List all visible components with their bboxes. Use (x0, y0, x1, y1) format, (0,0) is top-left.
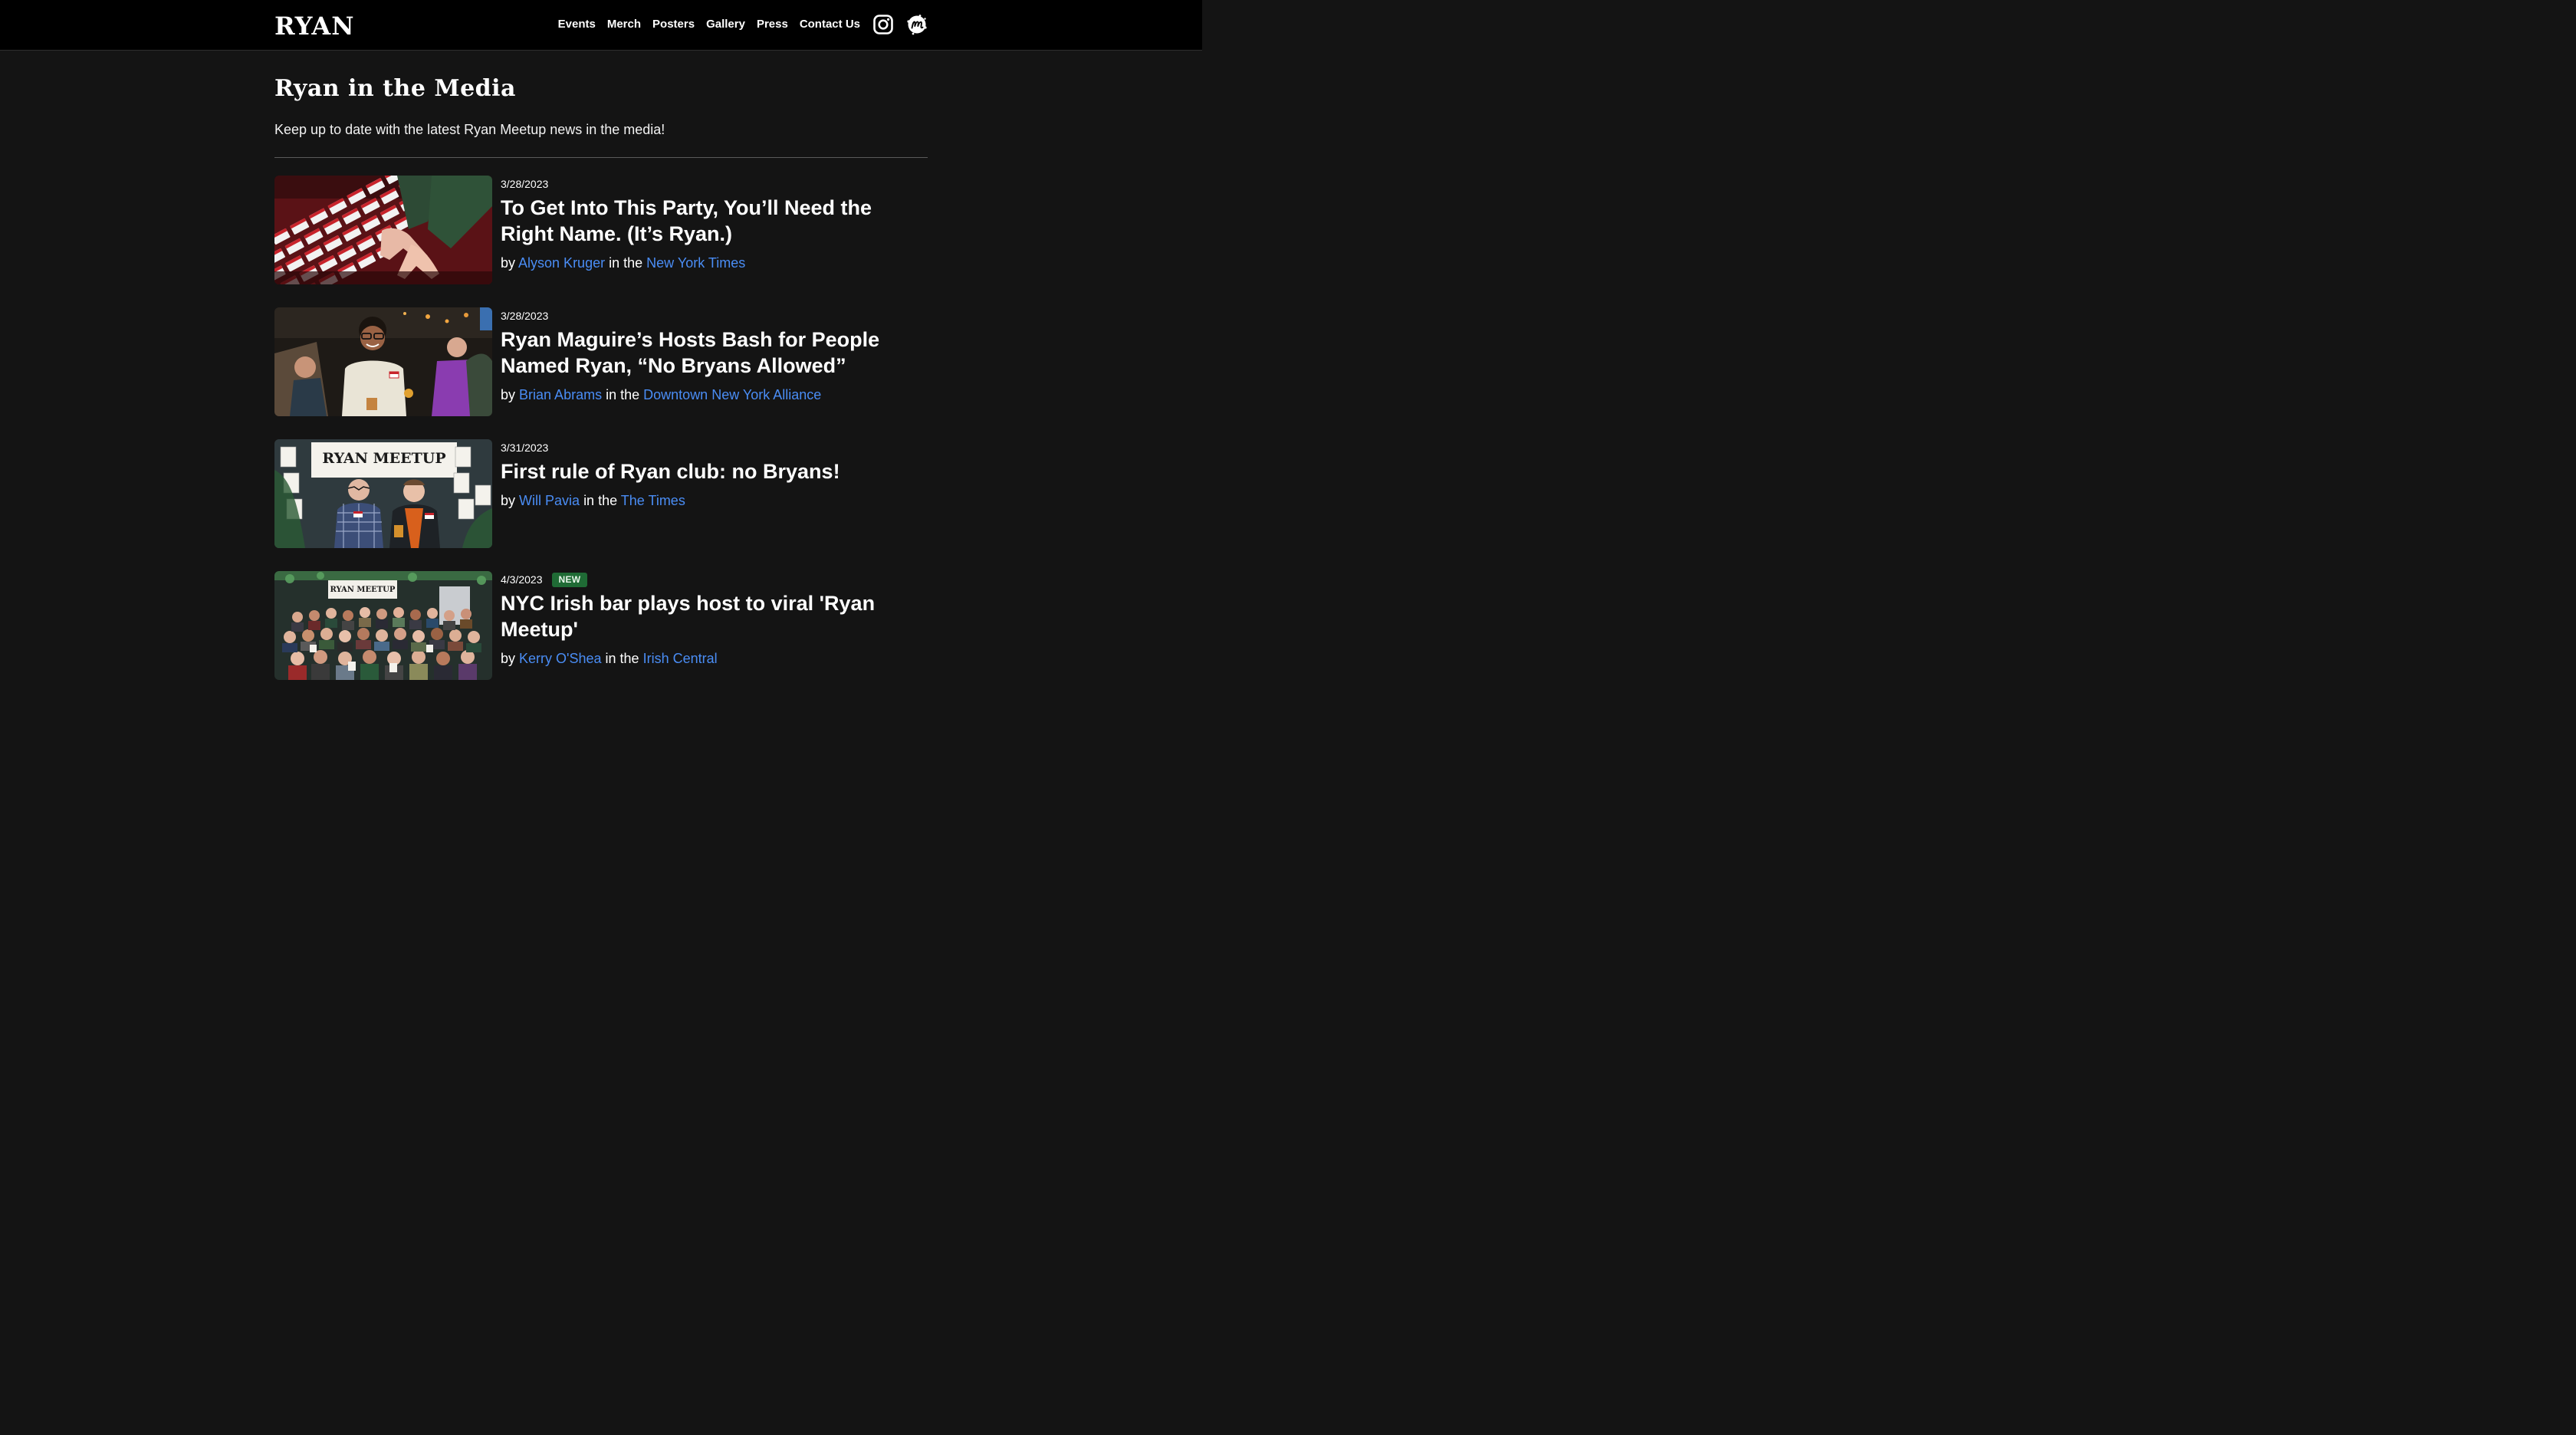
article-date-row: 4/3/2023 NEW (501, 573, 928, 587)
banner-text: RYAN MEETUP (322, 450, 445, 467)
article-author-link[interactable]: Kerry O'Shea (519, 651, 601, 666)
article-item: 3/28/2023 To Get Into This Party, You’ll… (274, 176, 928, 284)
nav-merch[interactable]: Merch (607, 14, 641, 35)
article-meta: 3/31/2023 First rule of Ryan club: no Br… (501, 439, 928, 548)
article-thumbnail-meetup-banner[interactable]: RYAN MEETUP (274, 439, 492, 548)
byline-by: by (501, 493, 516, 508)
meetup-icon[interactable] (906, 14, 928, 35)
article-author-link[interactable]: Brian Abrams (519, 387, 602, 402)
site-logo[interactable]: RYAN (274, 11, 354, 41)
article-author-link[interactable]: Will Pavia (519, 493, 580, 508)
nav-press[interactable]: Press (757, 14, 788, 35)
byline-in-the: in the (609, 255, 643, 271)
byline-by: by (501, 255, 516, 271)
page-title: Ryan in the Media (274, 75, 516, 102)
article-date-row: 3/31/2023 (501, 441, 928, 455)
nav-events[interactable]: Events (558, 14, 596, 35)
article-byline: by Alyson Kruger in the New York Times (501, 254, 928, 272)
article-thumbnail-group-photo[interactable]: RYAN MEETUP (274, 571, 492, 680)
article-byline: by Brian Abrams in the Downtown New York… (501, 386, 928, 404)
article-publication-link[interactable]: Downtown New York Alliance (643, 387, 821, 402)
article-date-row: 3/28/2023 (501, 177, 928, 192)
byline-in-the: in the (583, 493, 618, 508)
article-meta: 3/28/2023 To Get Into This Party, You’ll… (501, 176, 928, 284)
byline-in-the: in the (605, 651, 639, 666)
article-headline[interactable]: Ryan Maguire’s Hosts Bash for People Nam… (501, 327, 928, 379)
instagram-icon[interactable] (872, 14, 894, 35)
new-badge: NEW (551, 573, 588, 587)
article-item: RYAN MEETUP (274, 571, 928, 680)
article-byline: by Will Pavia in the The Times (501, 491, 928, 510)
nav-contact-us[interactable]: Contact Us (800, 14, 860, 35)
article-author-link[interactable]: Alyson Kruger (518, 255, 605, 271)
nav-gallery[interactable]: Gallery (706, 14, 745, 35)
article-publication-link[interactable]: The Times (621, 493, 685, 508)
main-nav: Events Merch Posters Gallery Press Conta… (547, 14, 928, 35)
byline-by: by (501, 387, 516, 402)
divider (274, 157, 928, 158)
page-subtitle: Keep up to date with the latest Ryan Mee… (274, 122, 665, 137)
article-meta: 3/28/2023 Ryan Maguire’s Hosts Bash for … (501, 307, 928, 416)
article-publication-link[interactable]: Irish Central (643, 651, 718, 666)
site-header: RYAN Events Merch Posters Gallery Press … (0, 0, 1202, 51)
article-byline: by Kerry O'Shea in the Irish Central (501, 649, 928, 668)
press-page: Ryan in the Media Keep up to date with t… (274, 51, 928, 703)
nav-posters[interactable]: Posters (652, 14, 695, 35)
article-headline[interactable]: To Get Into This Party, You’ll Need the … (501, 195, 928, 247)
article-headline[interactable]: First rule of Ryan club: no Bryans! (501, 458, 928, 484)
byline-by: by (501, 651, 516, 666)
article-thumbnail-party[interactable] (274, 307, 492, 416)
article-date-row: 3/28/2023 (501, 309, 928, 323)
article-item: RYAN MEETUP (274, 439, 928, 548)
article-meta: 4/3/2023 NEW NYC Irish bar plays host to… (501, 571, 928, 680)
byline-in-the: in the (606, 387, 640, 402)
article-date: 3/28/2023 (501, 178, 549, 190)
article-thumbnail-name-tags[interactable] (274, 176, 492, 284)
article-date: 3/31/2023 (501, 442, 549, 454)
article-item: 3/28/2023 Ryan Maguire’s Hosts Bash for … (274, 307, 928, 416)
banner-text: RYAN MEETUP (330, 586, 396, 594)
article-headline[interactable]: NYC Irish bar plays host to viral 'Ryan … (501, 590, 928, 642)
article-date: 4/3/2023 (501, 573, 543, 586)
article-publication-link[interactable]: New York Times (646, 255, 745, 271)
article-date: 3/28/2023 (501, 310, 549, 322)
article-list: 3/28/2023 To Get Into This Party, You’ll… (274, 176, 928, 680)
